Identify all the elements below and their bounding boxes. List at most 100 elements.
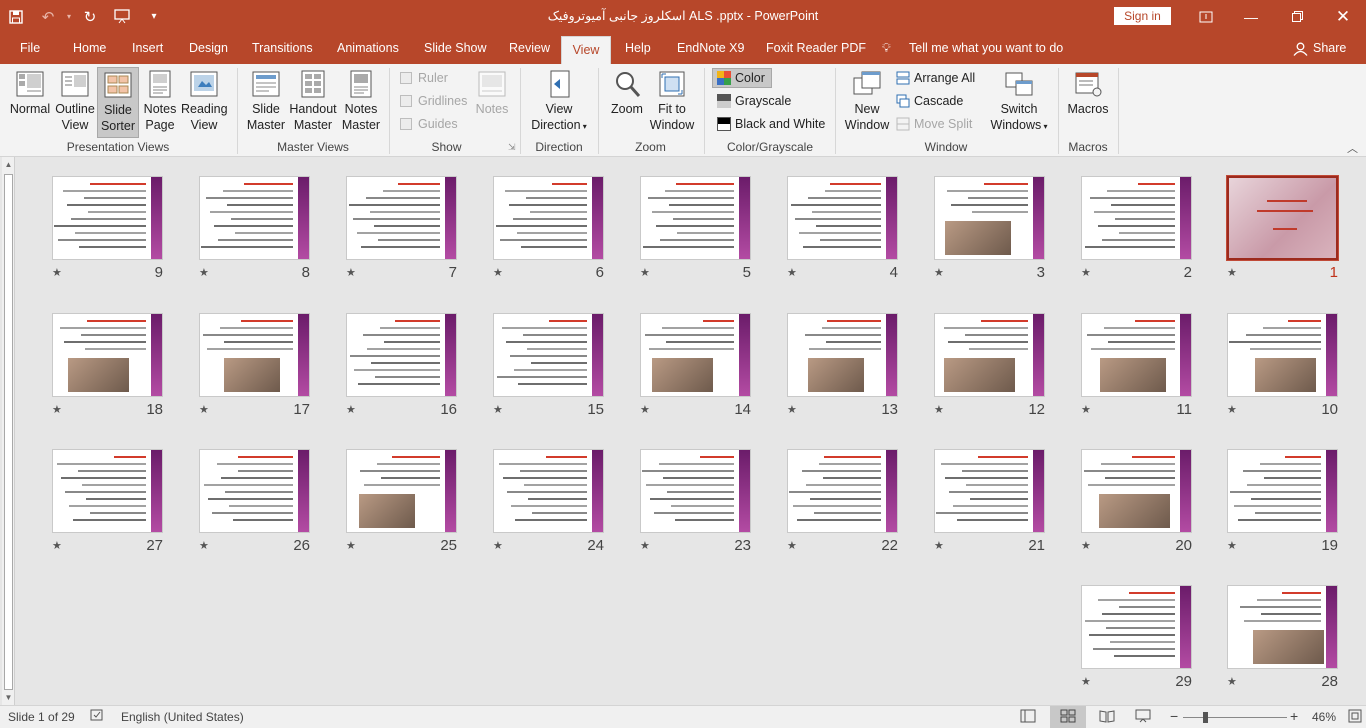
fit-to-window-button[interactable]: Fit to Window [648, 69, 696, 137]
reading-view-button[interactable]: Reading View [181, 69, 228, 137]
undo-dropdown-icon[interactable]: ▾ [64, 0, 74, 33]
slide-master-button[interactable]: Slide Master [243, 69, 289, 137]
zoom-slider-track[interactable] [1183, 717, 1287, 718]
slide-thumbnail[interactable] [52, 313, 163, 397]
arrange-all-button[interactable]: Arrange All [896, 68, 975, 88]
redo-icon[interactable]: ↻ [74, 0, 106, 33]
slide-show-status-icon[interactable] [1135, 709, 1151, 726]
transition-star-icon[interactable]: ★ [493, 266, 503, 279]
transition-star-icon[interactable]: ★ [52, 266, 62, 279]
restore-icon[interactable] [1274, 0, 1320, 33]
transition-star-icon[interactable]: ★ [640, 403, 650, 416]
slide-thumbnail[interactable] [1081, 585, 1192, 669]
customize-toolbar-icon[interactable]: ▾ [138, 0, 170, 33]
scroll-down-icon[interactable]: ▼ [4, 693, 13, 703]
slide-thumbnail[interactable] [1081, 176, 1192, 260]
slide-thumbnail[interactable] [1227, 449, 1338, 533]
slide-thumbnail[interactable] [199, 449, 310, 533]
tell-me-search[interactable]: Tell me what you want to do [909, 33, 1063, 64]
slide-thumbnail[interactable] [787, 313, 898, 397]
view-direction-button[interactable]: View Direction ▾ [527, 69, 591, 137]
transition-star-icon[interactable]: ★ [934, 266, 944, 279]
minimize-icon[interactable]: — [1228, 0, 1274, 33]
slide-thumbnail[interactable] [787, 449, 898, 533]
normal-view-button[interactable]: Normal [7, 69, 53, 137]
tab-slide-show[interactable]: Slide Show [424, 33, 487, 64]
slide-sorter-status-icon[interactable] [1050, 706, 1086, 728]
share-button[interactable]: Share [1313, 33, 1346, 64]
slide-thumbnail[interactable] [52, 176, 163, 260]
zoom-button[interactable]: Zoom [606, 69, 648, 137]
share-user-icon[interactable] [1293, 33, 1308, 64]
switch-windows-button[interactable]: Switch Windows ▾ [986, 69, 1052, 137]
transition-star-icon[interactable]: ★ [787, 539, 797, 552]
zoom-slider-thumb[interactable] [1203, 712, 1208, 723]
slide-thumbnail[interactable] [346, 313, 457, 397]
transition-star-icon[interactable]: ★ [199, 403, 209, 416]
transition-star-icon[interactable]: ★ [787, 403, 797, 416]
transition-star-icon[interactable]: ★ [52, 403, 62, 416]
move-split-button[interactable]: Move Split [896, 114, 972, 134]
handout-master-button[interactable]: Handout Master [287, 69, 339, 137]
tab-animations[interactable]: Animations [337, 33, 399, 64]
slide-thumbnail[interactable] [199, 313, 310, 397]
spell-check-icon[interactable] [90, 708, 105, 725]
ribbon-display-options-icon[interactable] [1183, 0, 1229, 33]
slide-thumbnail[interactable] [493, 176, 604, 260]
transition-star-icon[interactable]: ★ [199, 266, 209, 279]
scrollbar-thumb[interactable] [4, 174, 13, 690]
transition-star-icon[interactable]: ★ [1081, 539, 1091, 552]
slide-thumbnail[interactable] [199, 176, 310, 260]
zoom-in-icon[interactable]: + [1290, 708, 1298, 724]
slide-thumbnail[interactable] [640, 313, 751, 397]
transition-star-icon[interactable]: ★ [1227, 539, 1237, 552]
transition-star-icon[interactable]: ★ [493, 539, 503, 552]
vertical-scrollbar[interactable]: ▲ ▼ [2, 157, 15, 705]
guides-checkbox[interactable]: Guides [400, 114, 458, 134]
slide-thumbnail[interactable] [1227, 585, 1338, 669]
slide-thumbnail[interactable] [493, 449, 604, 533]
tab-design[interactable]: Design [189, 33, 228, 64]
transition-star-icon[interactable]: ★ [199, 539, 209, 552]
fit-slide-icon[interactable] [1348, 709, 1362, 726]
tab-help[interactable]: Help [625, 33, 651, 64]
transition-star-icon[interactable]: ★ [787, 266, 797, 279]
slide-thumbnail[interactable] [787, 176, 898, 260]
tab-insert[interactable]: Insert [132, 33, 163, 64]
transition-star-icon[interactable]: ★ [1081, 403, 1091, 416]
transition-star-icon[interactable]: ★ [1227, 675, 1237, 688]
slide-thumbnail[interactable] [934, 176, 1045, 260]
save-icon[interactable] [0, 0, 32, 33]
slide-thumbnail[interactable] [52, 449, 163, 533]
slide-thumbnail[interactable] [1081, 449, 1192, 533]
gridlines-checkbox[interactable]: Gridlines [400, 91, 467, 111]
tab-view[interactable]: View [561, 36, 611, 64]
slide-thumbnail[interactable] [346, 176, 457, 260]
transition-star-icon[interactable]: ★ [640, 539, 650, 552]
tab-foxit[interactable]: Foxit Reader PDF [766, 33, 866, 64]
transition-star-icon[interactable]: ★ [934, 539, 944, 552]
transition-star-icon[interactable]: ★ [640, 266, 650, 279]
transition-star-icon[interactable]: ★ [1227, 403, 1237, 416]
tab-file[interactable]: File [20, 33, 40, 64]
ruler-checkbox[interactable]: Ruler [400, 68, 448, 88]
transition-star-icon[interactable]: ★ [346, 403, 356, 416]
transition-star-icon[interactable]: ★ [1081, 675, 1091, 688]
sign-in-button[interactable]: Sign in [1114, 7, 1171, 25]
transition-star-icon[interactable]: ★ [346, 539, 356, 552]
tab-transitions[interactable]: Transitions [252, 33, 313, 64]
slide-thumbnail[interactable] [640, 176, 751, 260]
close-icon[interactable]: ✕ [1320, 0, 1366, 33]
notes-page-button[interactable]: Notes Page [140, 69, 180, 137]
outline-view-button[interactable]: Outline View [53, 69, 97, 137]
slide-thumbnail[interactable] [1081, 313, 1192, 397]
reading-view-status-icon[interactable] [1099, 709, 1115, 726]
grayscale-button[interactable]: Grayscale [717, 91, 791, 111]
transition-star-icon[interactable]: ★ [52, 539, 62, 552]
color-button[interactable]: Color [712, 68, 772, 88]
slide-thumbnail[interactable] [346, 449, 457, 533]
normal-view-status-icon[interactable] [1020, 709, 1036, 726]
slide-thumbnail[interactable] [640, 449, 751, 533]
presentation-icon[interactable] [106, 0, 138, 33]
macros-button[interactable]: Macros [1064, 69, 1112, 137]
